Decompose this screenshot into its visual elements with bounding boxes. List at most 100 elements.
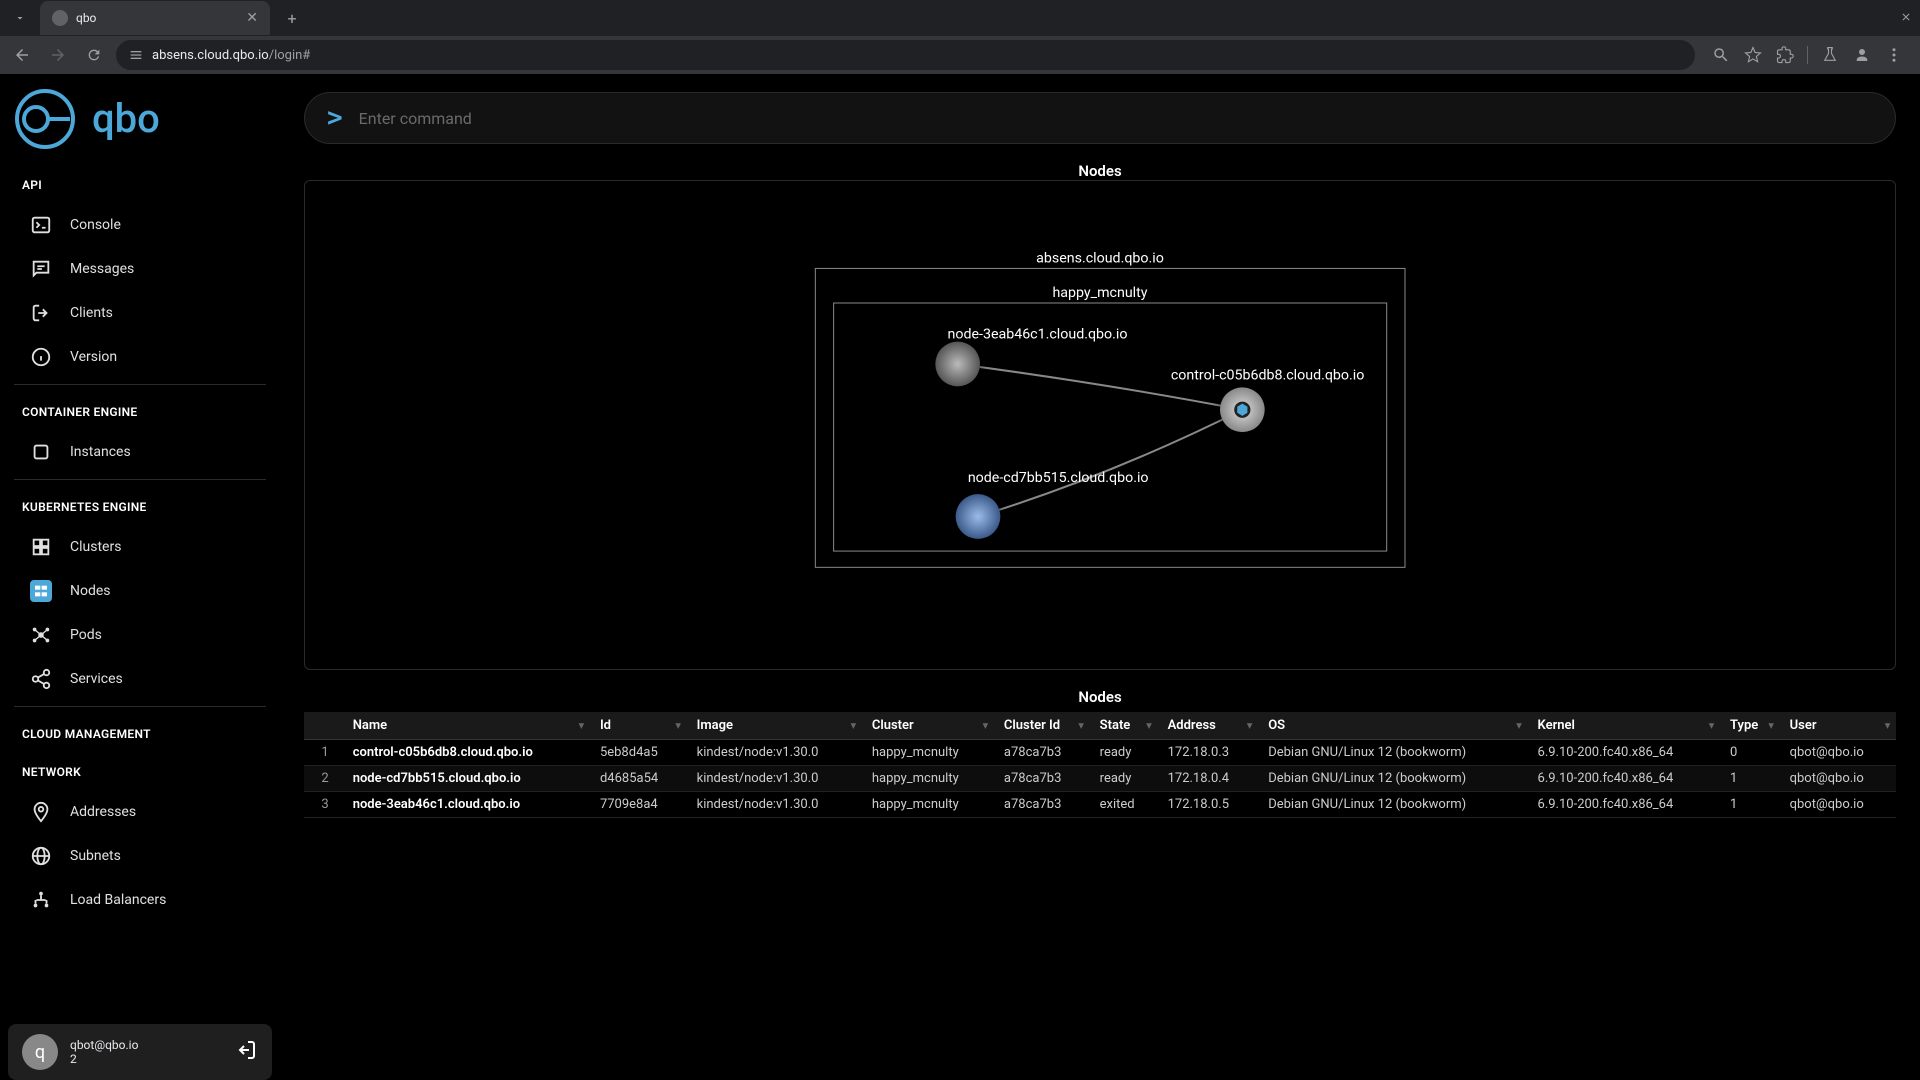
profile-icon[interactable]	[1852, 45, 1872, 65]
sidebar-item-addresses[interactable]: Addresses	[8, 791, 272, 833]
column-header[interactable]: Cluster Id▾	[994, 712, 1090, 740]
node2-label: node-cd7bb515.cloud.qbo.io	[968, 470, 1149, 486]
sidebar-item-version[interactable]: Version	[8, 336, 272, 378]
table-cell: 1	[1720, 766, 1780, 792]
logout-button[interactable]	[234, 1038, 258, 1066]
table-cell: happy_mcnulty	[862, 740, 994, 766]
toolbar-icons	[1703, 45, 1912, 65]
back-button[interactable]	[8, 41, 36, 69]
command-input[interactable]	[359, 109, 1873, 128]
zoom-icon[interactable]	[1711, 45, 1731, 65]
user-count: 2	[70, 1052, 138, 1066]
sidebar: qbo API Console Messages Clients Version…	[0, 74, 280, 1080]
table-row[interactable]: 1control-c05b6db8.cloud.qbo.io5eb8d4a5ki…	[304, 740, 1896, 766]
sidebar-item-label: Load Balancers	[70, 892, 166, 908]
table-cell: node-cd7bb515.cloud.qbo.io	[343, 766, 590, 792]
table-cell: 172.18.0.4	[1158, 766, 1259, 792]
extensions-icon[interactable]	[1775, 45, 1795, 65]
node-dot-2[interactable]	[956, 494, 1001, 539]
column-header[interactable]: Type▾	[1720, 712, 1780, 740]
column-header[interactable]: Image▾	[687, 712, 862, 740]
table-cell: 0	[1720, 740, 1780, 766]
menu-icon[interactable]	[1884, 45, 1904, 65]
table-cell: ready	[1090, 766, 1158, 792]
user-info: qbot@qbo.io 2	[70, 1038, 138, 1066]
logo[interactable]: qbo	[0, 74, 280, 164]
forward-button[interactable]	[44, 41, 72, 69]
divider	[14, 479, 266, 480]
column-header[interactable]: Name▾	[343, 712, 590, 740]
table-section: Nodes Name▾Id▾Image▾Cluster▾Cluster Id▾S…	[304, 688, 1896, 818]
divider	[14, 706, 266, 707]
sort-icon: ▾	[1885, 720, 1890, 731]
table-cell: 5eb8d4a5	[590, 740, 687, 766]
browser-toolbar: absens.cloud.qbo.io/login#	[0, 36, 1920, 74]
avatar[interactable]: q	[22, 1034, 58, 1070]
labs-icon[interactable]	[1820, 45, 1840, 65]
column-header[interactable]: Kernel▾	[1528, 712, 1720, 740]
sidebar-item-console[interactable]: Console	[8, 204, 272, 246]
reload-icon	[86, 47, 102, 63]
sort-icon: ▾	[676, 720, 681, 731]
topology-panel[interactable]: absens.cloud.qbo.io happy_mcnulty node-3…	[304, 180, 1896, 670]
window-close-button[interactable]	[1900, 8, 1912, 27]
table-cell: d4685a54	[590, 766, 687, 792]
sort-icon: ▾	[1516, 720, 1521, 731]
column-header[interactable]: Cluster▾	[862, 712, 994, 740]
sort-icon: ▾	[579, 720, 584, 731]
table-cell: node-3eab46c1.cloud.qbo.io	[343, 792, 590, 818]
bookmark-icon[interactable]	[1743, 45, 1763, 65]
sidebar-item-label: Version	[70, 349, 117, 365]
user-email: qbot@qbo.io	[70, 1038, 138, 1052]
sidebar-item-label: Clusters	[70, 539, 121, 555]
column-header[interactable]: Id▾	[590, 712, 687, 740]
browser-tab[interactable]: qbo ✕	[40, 1, 270, 35]
table-cell: 172.18.0.5	[1158, 792, 1259, 818]
table-row[interactable]: 2node-cd7bb515.cloud.qbo.iod4685a54kinde…	[304, 766, 1896, 792]
divider	[14, 384, 266, 385]
column-header[interactable]	[304, 712, 343, 740]
tab-search-dropdown[interactable]	[8, 6, 32, 30]
edge-2	[978, 410, 1242, 517]
sidebar-item-load-balancers[interactable]: Load Balancers	[8, 879, 272, 921]
share-icon	[30, 668, 52, 690]
tab-close-button[interactable]: ✕	[246, 10, 258, 26]
sidebar-item-messages[interactable]: Messages	[8, 248, 272, 290]
user-bar: q qbot@qbo.io 2	[8, 1024, 272, 1080]
address-bar[interactable]: absens.cloud.qbo.io/login#	[116, 40, 1695, 70]
sidebar-item-instances[interactable]: Instances	[8, 431, 272, 473]
chat-icon	[30, 258, 52, 280]
browser-chrome: qbo ✕ + absens.cloud.qbo.io/login#	[0, 0, 1920, 74]
tab-favicon	[52, 10, 68, 26]
ctrl-label: control-c05b6db8.cloud.qbo.io	[1171, 367, 1364, 383]
terminal-icon	[30, 214, 52, 236]
table-row[interactable]: 3node-3eab46c1.cloud.qbo.io7709e8a4kinde…	[304, 792, 1896, 818]
table-cell: qbot@qbo.io	[1780, 766, 1896, 792]
sidebar-item-label: Instances	[70, 444, 131, 460]
command-bar[interactable]: >	[304, 92, 1896, 144]
sidebar-item-pods[interactable]: Pods	[8, 614, 272, 656]
table-cell: happy_mcnulty	[862, 792, 994, 818]
sidebar-item-subnets[interactable]: Subnets	[8, 835, 272, 877]
sidebar-item-nodes[interactable]: Nodes	[8, 570, 272, 612]
column-header[interactable]: User▾	[1780, 712, 1896, 740]
sort-icon: ▾	[1079, 720, 1084, 731]
table-cell: Debian GNU/Linux 12 (bookworm)	[1258, 792, 1527, 818]
table-cell: 2	[304, 766, 343, 792]
column-header[interactable]: OS▾	[1258, 712, 1527, 740]
grid-icon	[30, 536, 52, 558]
column-header[interactable]: Address▾	[1158, 712, 1259, 740]
reload-button[interactable]	[80, 41, 108, 69]
viz-title: Nodes	[304, 162, 1896, 180]
qbo-logo-icon: qbo	[12, 86, 198, 152]
sidebar-item-services[interactable]: Services	[8, 658, 272, 700]
sidebar-item-clusters[interactable]: Clusters	[8, 526, 272, 568]
viz-section: Nodes absens.cloud.qbo.io happy_mcnulty …	[304, 162, 1896, 670]
outer-box	[815, 268, 1405, 567]
table-cell: a78ca7b3	[994, 792, 1090, 818]
section-container: CONTAINER ENGINE	[0, 391, 280, 429]
column-header[interactable]: State▾	[1090, 712, 1158, 740]
sidebar-item-clients[interactable]: Clients	[8, 292, 272, 334]
new-tab-button[interactable]: +	[278, 4, 306, 32]
table-cell: 7709e8a4	[590, 792, 687, 818]
